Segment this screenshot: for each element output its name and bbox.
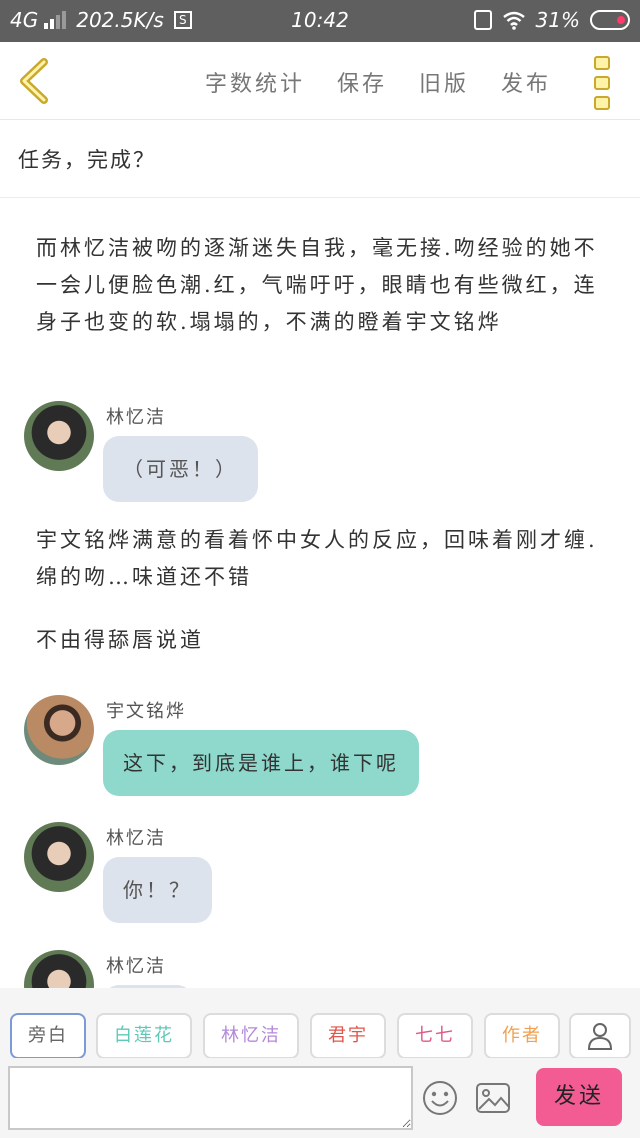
role-linyijie[interactable]: 林忆洁 <box>203 1013 299 1059</box>
status-right: 31% <box>473 8 630 32</box>
narration-paragraph: 而林忆洁被吻的逐渐迷失自我，毫无接.吻经验的她不一会儿便脸色潮.红，气喘吁吁，眼… <box>36 236 598 334</box>
role-qiqi[interactable]: 七七 <box>397 1013 473 1059</box>
role-label: 君宇 <box>328 1025 368 1046</box>
composer-bar: 发送 <box>0 1058 640 1138</box>
save-button[interactable]: 保存 <box>337 66 387 98</box>
message-input[interactable] <box>8 1066 413 1130</box>
message-bubble[interactable]: 这下，到底是谁上，谁下呢 <box>103 730 419 796</box>
publish-button[interactable]: 发布 <box>501 66 551 98</box>
role-label: 七七 <box>415 1025 455 1046</box>
battery-percent: 31% <box>535 8 580 32</box>
user-icon[interactable] <box>569 1013 631 1059</box>
role-narrator[interactable]: 旁白 <box>10 1013 86 1059</box>
message-bubble[interactable]: 你！？ <box>103 857 212 923</box>
role-author[interactable]: 作者 <box>484 1013 560 1059</box>
wifi-icon <box>502 11 525 30</box>
avatar[interactable] <box>24 822 94 892</box>
app: 4G 202.5K/s S 10:42 31% 字数统计 保存 旧版 发布 任务… <box>0 0 640 1138</box>
send-button[interactable]: 发送 <box>536 1068 622 1126</box>
chapter-title: 任务，完成？ <box>18 148 156 172</box>
status-bar: 4G 202.5K/s S 10:42 31% <box>0 0 640 42</box>
role-bailianhua[interactable]: 白莲花 <box>96 1013 192 1059</box>
chat-message: 林忆洁 <box>24 950 624 988</box>
chapter-title-row[interactable]: 任务，完成？ <box>0 120 640 198</box>
sender-name: 林忆洁 <box>106 828 166 849</box>
vibrate-icon <box>473 10 492 30</box>
narration-paragraph: 不由得舔唇说道 <box>36 628 204 652</box>
sender-name: 林忆洁 <box>106 956 166 977</box>
word-count-button[interactable]: 字数统计 <box>205 66 305 98</box>
role-selector: 旁白 白莲花 林忆洁 君宇 七七 作者 <box>0 988 640 1059</box>
more-vertical-icon[interactable] <box>594 56 614 110</box>
role-label: 旁白 <box>28 1025 68 1046</box>
toolbar-menu: 字数统计 保存 旧版 发布 <box>205 66 551 98</box>
emoji-icon[interactable] <box>422 1080 458 1116</box>
chat-message: 宇文铭烨 这下，到底是谁上，谁下呢 <box>24 695 624 805</box>
avatar[interactable] <box>24 695 94 765</box>
old-version-button[interactable]: 旧版 <box>419 66 469 98</box>
chat-message: 林忆洁 你！？ <box>24 822 624 932</box>
avatar[interactable] <box>24 950 94 988</box>
story-content[interactable]: 而林忆洁被吻的逐渐迷失自我，毫无接.吻经验的她不一会儿便脸色潮.红，气喘吁吁，眼… <box>0 198 640 988</box>
chat-message: 林忆洁 （可恶！） <box>24 401 624 511</box>
sender-name: 宇文铭烨 <box>106 701 186 722</box>
role-label: 白莲花 <box>114 1025 174 1046</box>
narration-paragraph: 宇文铭烨满意的看着怀中女人的反应，回味着刚才缠.绵的吻…味道还不错 <box>36 528 598 589</box>
message-bubble[interactable]: （可恶！） <box>103 436 258 502</box>
avatar[interactable] <box>24 401 94 471</box>
role-label: 作者 <box>502 1025 542 1046</box>
role-label: 林忆洁 <box>221 1025 281 1046</box>
battery-icon <box>590 10 630 30</box>
back-button[interactable] <box>14 56 54 106</box>
sender-name: 林忆洁 <box>106 407 166 428</box>
image-icon[interactable] <box>475 1082 511 1114</box>
top-toolbar: 字数统计 保存 旧版 发布 <box>0 42 640 120</box>
role-junyu[interactable]: 君宇 <box>310 1013 386 1059</box>
